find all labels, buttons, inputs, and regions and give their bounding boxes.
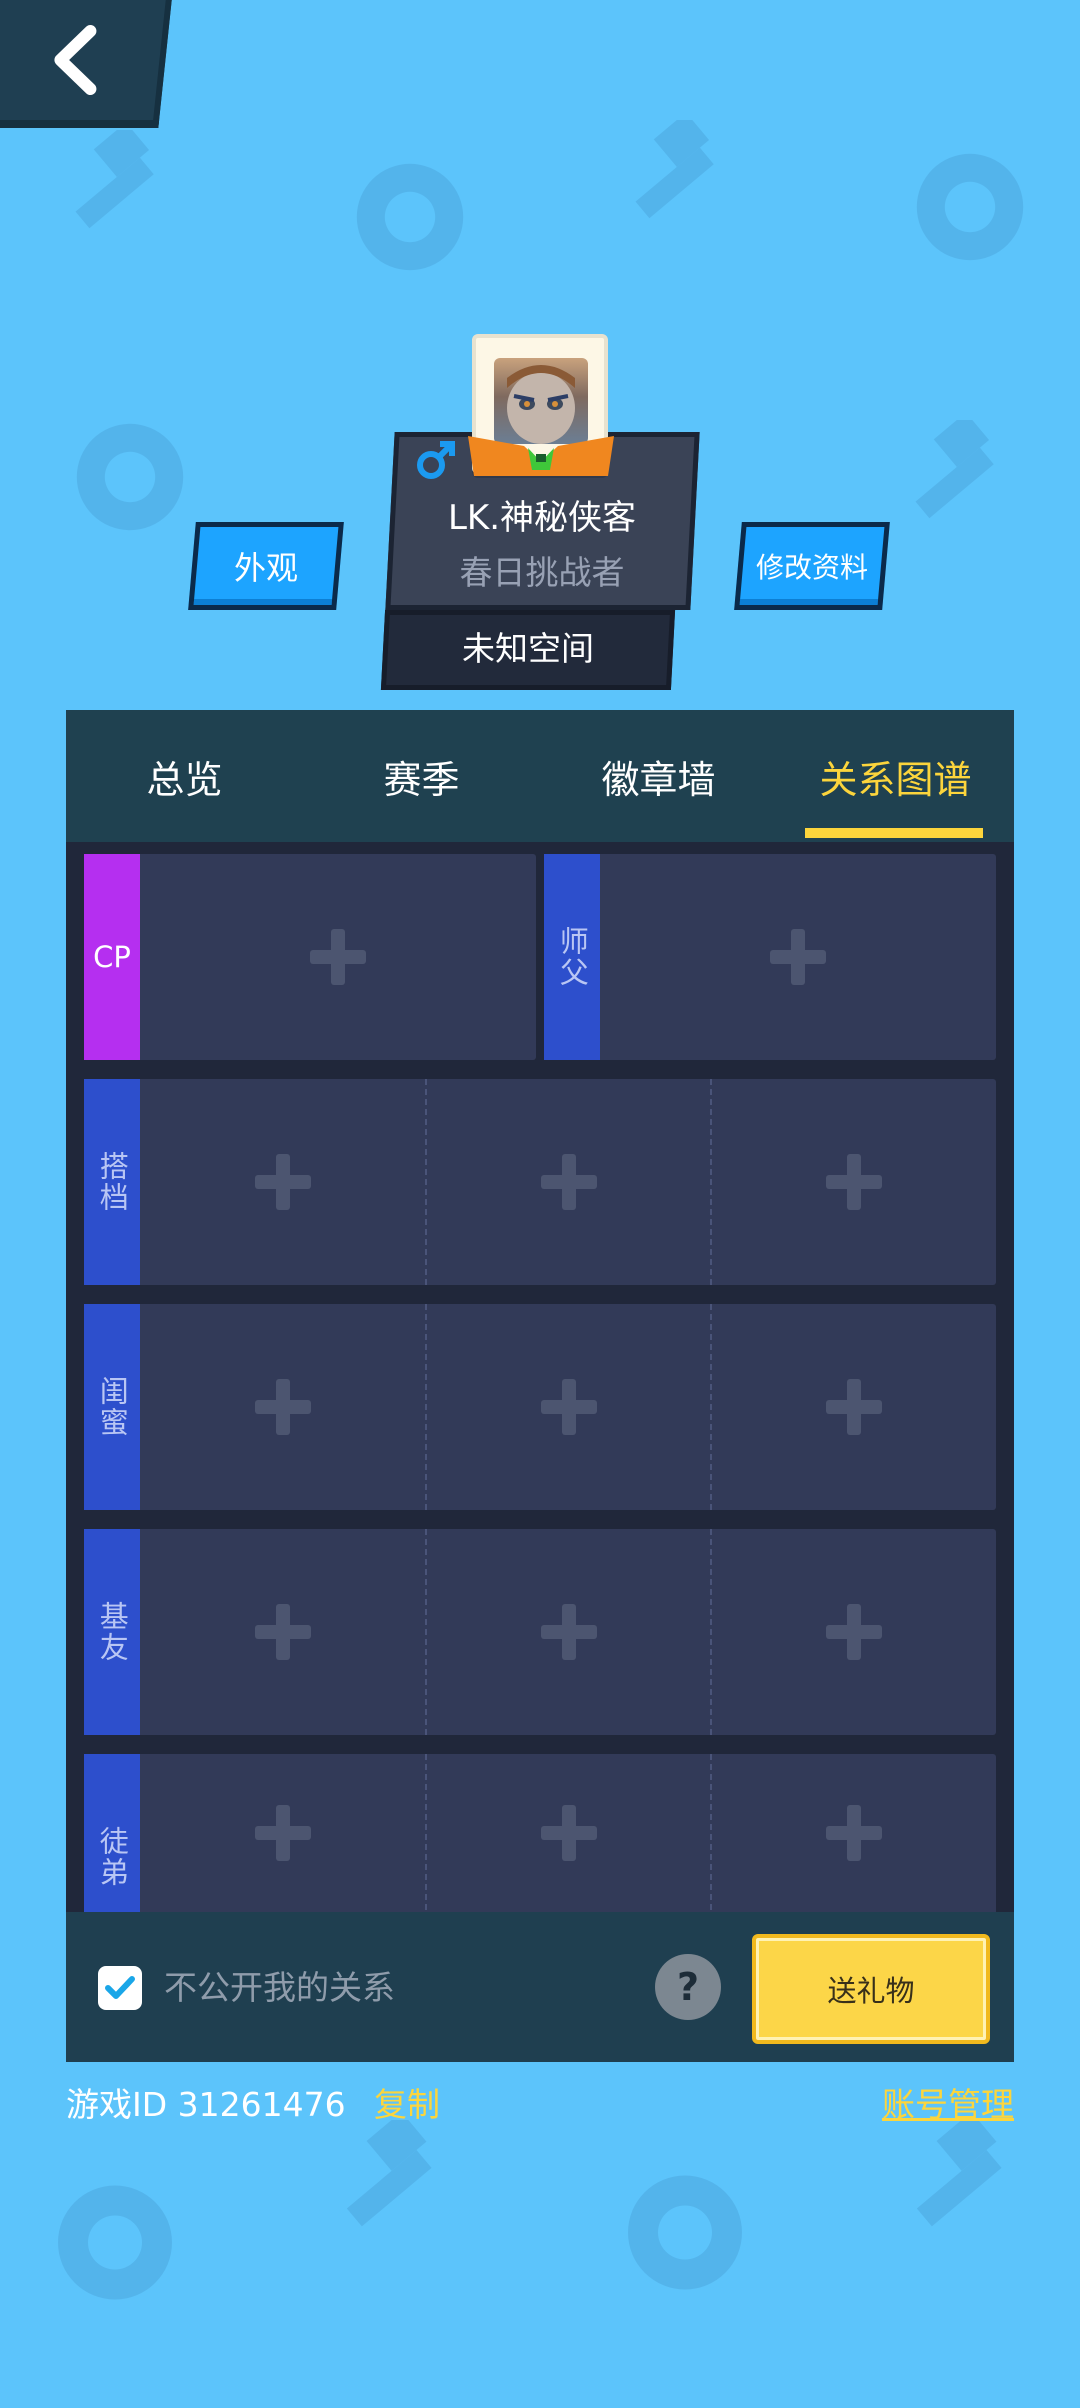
tab-season[interactable]: 赛季 bbox=[303, 710, 540, 842]
plus-icon bbox=[826, 1604, 882, 1660]
bomb-icon bbox=[58, 2185, 172, 2300]
plus-icon bbox=[770, 929, 826, 985]
add-bro-slot[interactable] bbox=[425, 1529, 710, 1735]
add-bestie-slot[interactable] bbox=[140, 1304, 425, 1510]
relation-partner-label: 搭档 bbox=[84, 1079, 140, 1285]
player-name: LK.神秘侠客 bbox=[447, 498, 637, 538]
tab-relationships[interactable]: 关系图谱 bbox=[777, 710, 1014, 842]
hide-relations-checkbox[interactable] bbox=[98, 1966, 142, 2010]
plus-icon bbox=[826, 1805, 882, 1861]
hammer-icon bbox=[635, 120, 714, 219]
hide-relations-label: 不公开我的关系 bbox=[164, 1968, 395, 2007]
plus-icon bbox=[310, 929, 366, 985]
relation-apprentice-row: 徒弟 bbox=[84, 1754, 996, 1912]
player-title: 春日挑战者 bbox=[459, 553, 625, 592]
male-icon bbox=[417, 441, 455, 479]
avatar-ribbon bbox=[468, 436, 614, 476]
relation-bro-row: 基友 bbox=[84, 1529, 996, 1735]
checkmark-icon bbox=[105, 1976, 135, 1999]
add-partner-slot[interactable] bbox=[425, 1079, 710, 1285]
chevron-left-icon bbox=[53, 25, 96, 95]
add-bro-slot[interactable] bbox=[140, 1529, 425, 1735]
add-master-slot[interactable] bbox=[600, 854, 996, 1060]
relation-cp-label: CP bbox=[84, 854, 140, 1060]
plus-icon bbox=[540, 1154, 597, 1210]
add-cp-slot[interactable] bbox=[140, 854, 536, 1060]
send-gift-button[interactable]: 送礼物 bbox=[752, 1934, 990, 2044]
tab-overview[interactable]: 总览 bbox=[66, 710, 303, 842]
game-id-label: 游戏ID 31261476 bbox=[66, 2085, 346, 2124]
add-apprentice-slot[interactable] bbox=[710, 1754, 996, 1912]
plus-icon bbox=[540, 1604, 597, 1660]
add-partner-slot[interactable] bbox=[140, 1079, 425, 1285]
bomb-icon bbox=[916, 153, 1024, 261]
add-apprentice-slot[interactable] bbox=[140, 1754, 425, 1912]
relation-master-card: 师父 bbox=[544, 854, 996, 1060]
relationship-grid: CP 师父 搭档 闺蜜 基友 徒弟 bbox=[66, 842, 1014, 1912]
relation-cp-card: CP bbox=[84, 854, 536, 1060]
relation-apprentice-label: 徒弟 bbox=[84, 1754, 140, 1912]
copy-id-link[interactable]: 复制 bbox=[374, 2078, 440, 2126]
add-bro-slot[interactable] bbox=[710, 1529, 996, 1735]
plus-icon bbox=[540, 1379, 597, 1435]
hammer-icon bbox=[75, 130, 154, 229]
add-apprentice-slot[interactable] bbox=[425, 1754, 710, 1912]
help-button[interactable]: ? bbox=[655, 1954, 721, 2020]
relation-master-label: 师父 bbox=[544, 854, 600, 1060]
plus-icon bbox=[826, 1154, 882, 1210]
back-button[interactable] bbox=[0, 0, 172, 128]
hammer-icon bbox=[916, 2120, 1002, 2227]
add-bestie-slot[interactable] bbox=[425, 1304, 710, 1510]
tab-badge-wall[interactable]: 徽章墙 bbox=[540, 710, 777, 842]
bomb-icon bbox=[628, 2175, 742, 2290]
plus-icon bbox=[254, 1604, 311, 1660]
plus-icon bbox=[254, 1805, 311, 1861]
bomb-icon bbox=[356, 163, 464, 271]
plus-icon bbox=[254, 1379, 311, 1435]
hammer-icon bbox=[915, 420, 994, 519]
bomb-icon bbox=[76, 423, 184, 531]
relation-bro-label: 基友 bbox=[84, 1529, 140, 1735]
add-bestie-slot[interactable] bbox=[710, 1304, 996, 1510]
location-label: 未知空间 bbox=[462, 629, 594, 668]
add-partner-slot[interactable] bbox=[710, 1079, 996, 1285]
plus-icon bbox=[254, 1154, 311, 1210]
appearance-button[interactable]: 外观 bbox=[188, 522, 344, 610]
relation-bestie-row: 闺蜜 bbox=[84, 1304, 996, 1510]
plus-icon bbox=[826, 1379, 882, 1435]
active-tab-indicator bbox=[805, 828, 983, 838]
relation-bestie-label: 闺蜜 bbox=[84, 1304, 140, 1510]
plus-icon bbox=[540, 1805, 597, 1861]
account-management-link[interactable]: 账号管理 bbox=[882, 2078, 1014, 2126]
hammer-icon bbox=[346, 2120, 432, 2227]
relation-partner-row: 搭档 bbox=[84, 1079, 996, 1285]
edit-profile-button[interactable]: 修改资料 bbox=[734, 522, 890, 610]
